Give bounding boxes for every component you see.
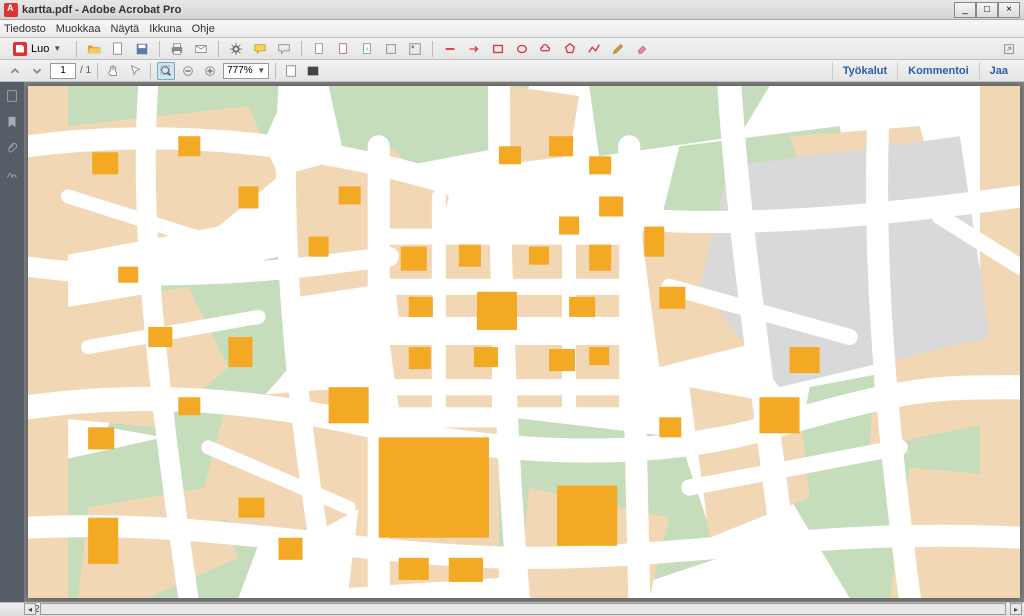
expand-toolbar-icon[interactable] (1000, 40, 1018, 58)
arrow-annot-icon[interactable] (465, 40, 483, 58)
speech-icon[interactable] (251, 40, 269, 58)
menu-window[interactable]: Ikkuna (149, 23, 181, 35)
crop-icon[interactable] (382, 40, 400, 58)
hscroll-track[interactable] (40, 603, 1006, 615)
nav-sidebar (0, 82, 24, 602)
maximize-button[interactable]: □ (976, 2, 998, 18)
fullscreen-icon[interactable] (304, 62, 322, 80)
print-icon[interactable] (168, 40, 186, 58)
menu-view[interactable]: Näytä (110, 23, 139, 35)
chevron-down-icon: ▼ (257, 66, 265, 75)
page-up-icon[interactable] (6, 62, 24, 80)
eraser-icon[interactable] (633, 40, 651, 58)
document-viewport[interactable] (24, 82, 1024, 602)
fit-width-icon[interactable] (282, 62, 300, 80)
polygon-annot-icon[interactable] (561, 40, 579, 58)
window-titlebar: kartta.pdf - Adobe Acrobat Pro _ □ × (0, 0, 1024, 20)
page-total-label: / 1 (80, 65, 91, 76)
create-pdf-icon (13, 42, 27, 56)
zoom-in-icon[interactable] (201, 62, 219, 80)
page-insert-icon[interactable] (334, 40, 352, 58)
status-bar: 297 x 210 mm ◂ ▸ (0, 602, 1024, 616)
page-number-input[interactable] (50, 63, 76, 79)
pencil-icon[interactable] (609, 40, 627, 58)
page-rotate-icon[interactable] (358, 40, 376, 58)
separator (159, 41, 160, 57)
app-icon (4, 3, 18, 17)
open-icon[interactable] (85, 40, 103, 58)
zoom-level-select[interactable]: 777% ▼ (223, 63, 269, 79)
separator (76, 41, 77, 57)
close-button[interactable]: × (998, 2, 1020, 18)
attachment-icon[interactable] (4, 140, 20, 156)
select-tool-icon[interactable] (126, 62, 144, 80)
pdf-page (28, 86, 1020, 598)
save-icon[interactable] (133, 40, 151, 58)
new-doc-icon[interactable] (109, 40, 127, 58)
create-label: Luo (31, 43, 49, 55)
gear-icon[interactable] (227, 40, 245, 58)
window-title: kartta.pdf - Adobe Acrobat Pro (22, 4, 954, 16)
marquee-zoom-icon[interactable] (157, 62, 175, 80)
rect-annot-icon[interactable] (489, 40, 507, 58)
map-content (28, 86, 1020, 598)
line-annot-icon[interactable] (441, 40, 459, 58)
hscroll-left-button[interactable]: ◂ (24, 603, 36, 615)
chevron-down-icon: ▼ (53, 44, 61, 53)
main-toolbar: Luo ▼ (0, 38, 1024, 60)
tools-panel-button[interactable]: Työkalut (832, 62, 897, 80)
zoom-value: 777% (227, 65, 253, 76)
thumbnails-icon[interactable] (4, 88, 20, 104)
zoom-out-icon[interactable] (179, 62, 197, 80)
oval-annot-icon[interactable] (513, 40, 531, 58)
separator (97, 63, 98, 79)
menu-edit[interactable]: Muokkaa (56, 23, 101, 35)
create-button[interactable]: Luo ▼ (6, 40, 68, 58)
signature-icon[interactable] (4, 166, 20, 182)
page-extract-icon[interactable] (310, 40, 328, 58)
bookmark-icon[interactable] (4, 114, 20, 130)
separator (432, 41, 433, 57)
nav-toolbar: / 1 777% ▼ Työkalut Kommentoi Jaa (0, 60, 1024, 82)
hscroll-right-button[interactable]: ▸ (1010, 603, 1022, 615)
workspace (0, 82, 1024, 602)
separator (150, 63, 151, 79)
cloud-annot-icon[interactable] (537, 40, 555, 58)
separator (275, 63, 276, 79)
hand-tool-icon[interactable] (104, 62, 122, 80)
minimize-button[interactable]: _ (954, 2, 976, 18)
share-panel-button[interactable]: Jaa (979, 62, 1018, 80)
page-down-icon[interactable] (28, 62, 46, 80)
separator (301, 41, 302, 57)
menu-help[interactable]: Ohje (192, 23, 215, 35)
polyline-annot-icon[interactable] (585, 40, 603, 58)
menu-file[interactable]: Tiedosto (4, 23, 46, 35)
stamp-icon[interactable] (275, 40, 293, 58)
email-icon[interactable] (192, 40, 210, 58)
comment-panel-button[interactable]: Kommentoi (897, 62, 979, 80)
form-icon[interactable] (406, 40, 424, 58)
separator (218, 41, 219, 57)
menu-bar: Tiedosto Muokkaa Näytä Ikkuna Ohje (0, 20, 1024, 38)
